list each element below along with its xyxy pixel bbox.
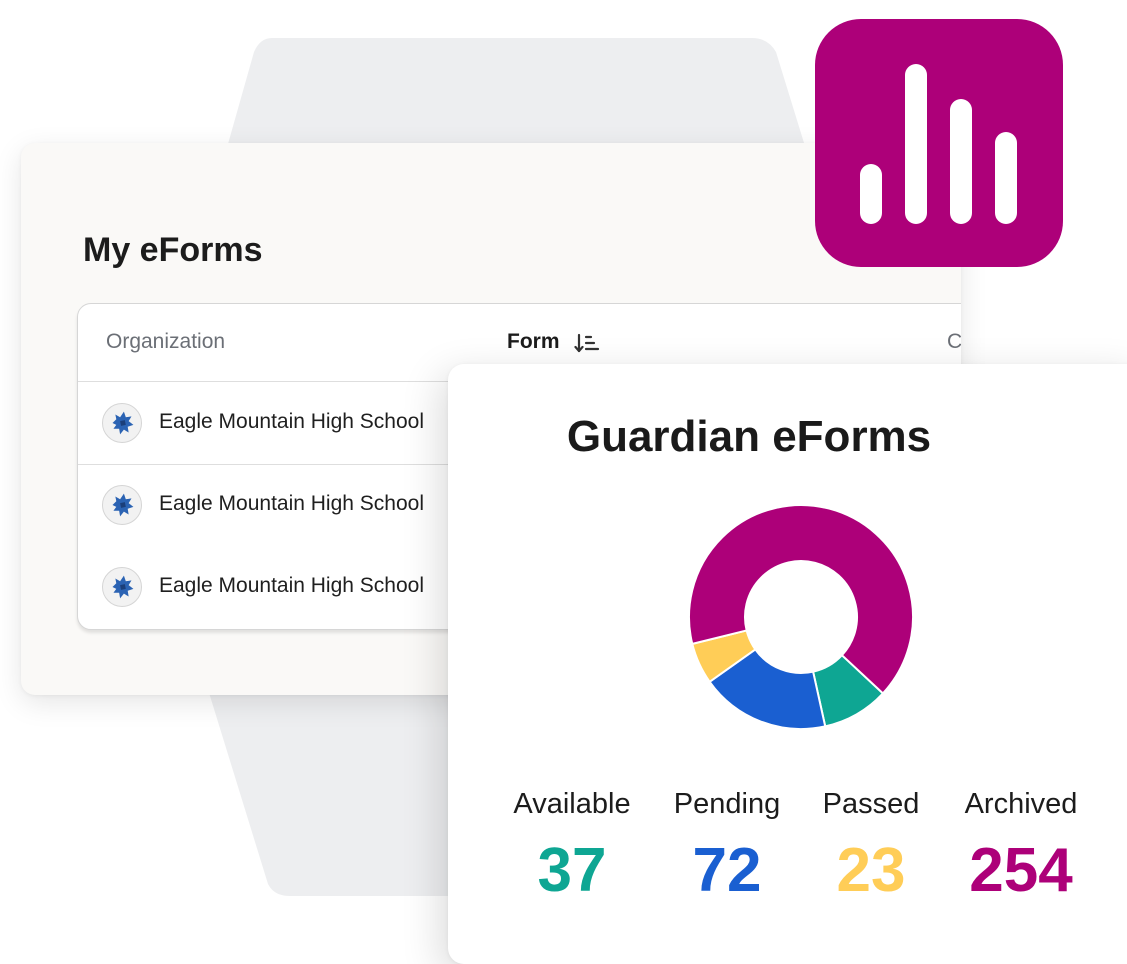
bar-chart-app-icon — [815, 19, 1063, 267]
forms-donut-chart — [686, 502, 916, 732]
school-eagle-logo-icon — [102, 567, 142, 607]
stat-archived: Archived 254 — [946, 788, 1096, 906]
stat-passed: Passed 23 — [796, 788, 946, 906]
stat-value: 72 — [692, 836, 762, 905]
school-eagle-logo-icon — [102, 485, 142, 525]
column-header-form[interactable]: Form — [507, 330, 560, 354]
school-eagle-logo-icon — [102, 403, 142, 443]
organization-name: Eagle Mountain High School — [159, 492, 425, 515]
stat-label: Available — [513, 788, 631, 820]
stat-label: Passed — [822, 788, 920, 820]
organization-name: Eagle Mountain High School — [159, 574, 425, 597]
stat-available: Available 37 — [497, 788, 647, 906]
guardian-eforms-card: Guardian eForms Available 37 Pending 72 … — [448, 364, 1127, 964]
organization-name: Eagle Mountain High School — [159, 410, 425, 433]
stat-value: 37 — [537, 836, 607, 905]
guardian-title: Guardian eForms — [566, 412, 932, 461]
sort-descending-icon[interactable] — [574, 332, 600, 354]
stat-pending: Pending 72 — [652, 788, 802, 906]
column-header-organization[interactable]: Organization — [106, 330, 225, 354]
column-header-third[interactable]: C — [947, 330, 961, 354]
page-title: My eForms — [83, 231, 263, 269]
stat-label: Pending — [673, 788, 781, 820]
stat-value: 23 — [836, 836, 906, 905]
stat-value: 254 — [969, 836, 1073, 905]
stat-label: Archived — [964, 788, 1078, 820]
